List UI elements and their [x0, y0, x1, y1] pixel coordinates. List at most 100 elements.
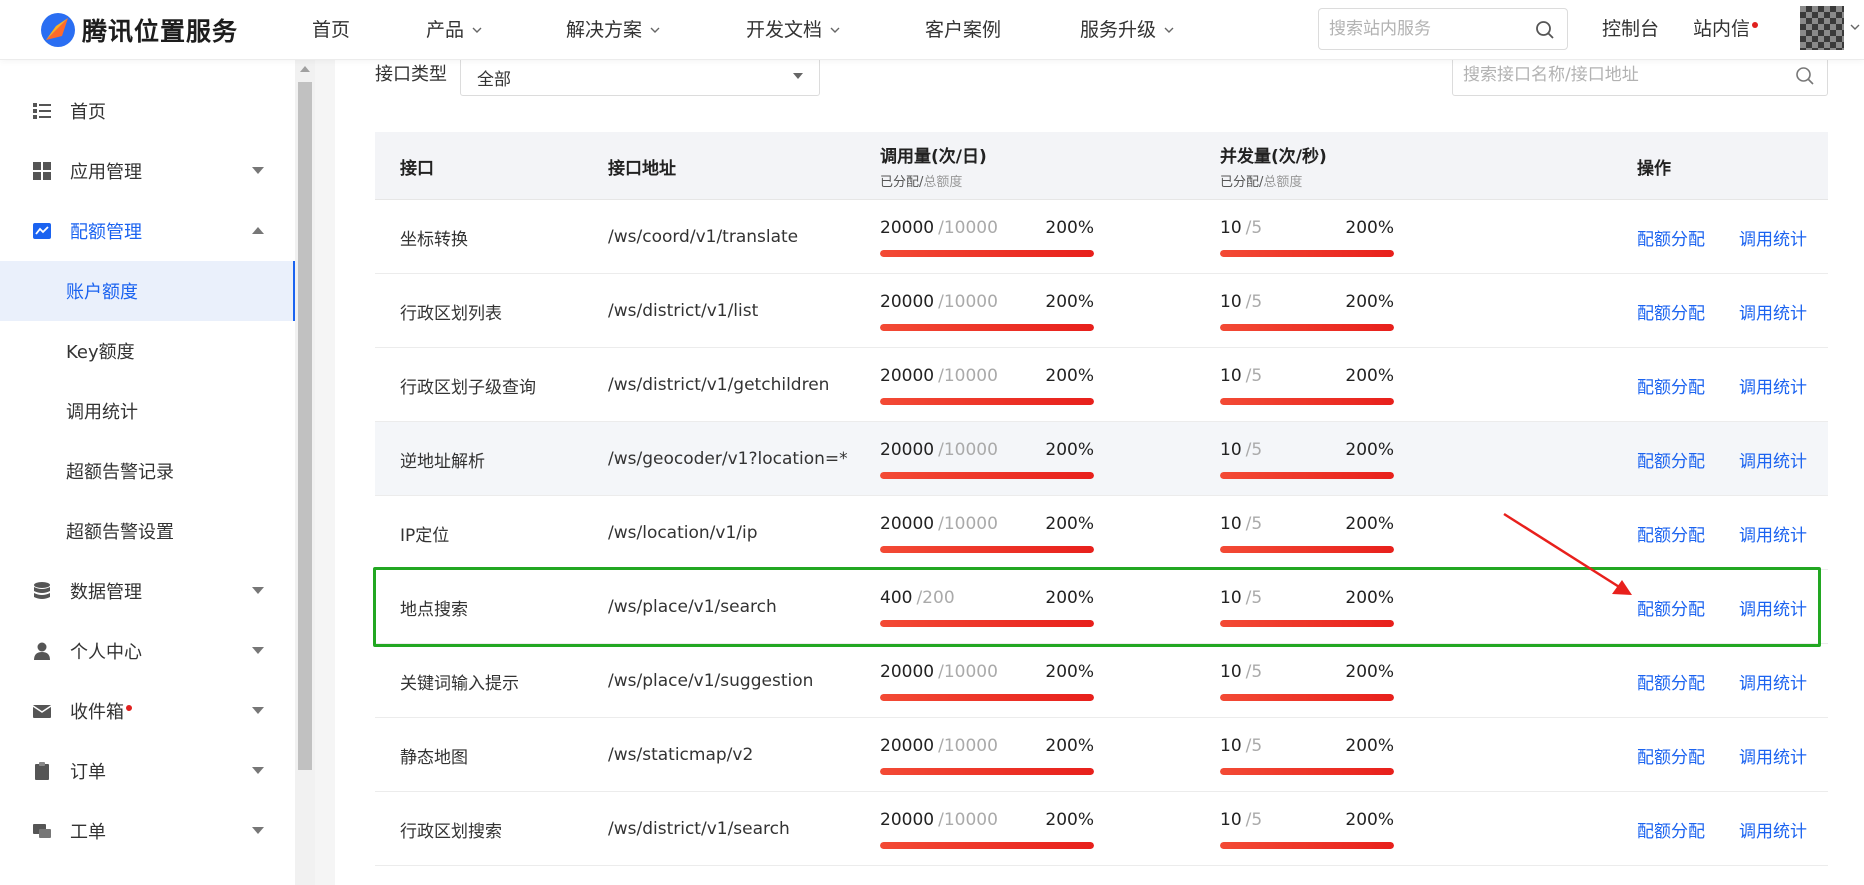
call-stats-link[interactable]: 调用统计 [1739, 570, 1807, 644]
api-type-label: 接口类型 [375, 64, 447, 85]
calls-total: /10000 [938, 440, 998, 460]
conc-used-value: 10 [1220, 588, 1242, 608]
unread-dot [1752, 22, 1759, 28]
sidebar-item-overage-records[interactable]: 超额告警记录 [0, 441, 295, 501]
sidebar-item-overage-settings[interactable]: 超额告警设置 [0, 501, 295, 561]
api-search [1452, 54, 1828, 96]
call-stats-link[interactable]: 调用统计 [1739, 422, 1807, 496]
caret-down-icon [252, 707, 264, 714]
quota-allocate-link[interactable]: 配额分配 [1637, 718, 1705, 792]
concurrency-meter: 10/5 200% [1220, 200, 1394, 274]
caret-down-icon [252, 767, 264, 774]
conc-progress-fill [1220, 694, 1394, 701]
conc-progress-fill [1220, 398, 1394, 405]
calls-total: /10000 [938, 662, 998, 682]
calls-used: 20000/10000 [880, 662, 998, 682]
conc-progress-bar [1220, 546, 1394, 553]
quota-allocate-link[interactable]: 配额分配 [1637, 348, 1705, 422]
sidebar-item-call-stats[interactable]: 调用统计 [0, 381, 295, 441]
calls-used-value: 20000 [880, 514, 935, 534]
concurrency-meter: 10/5 200% [1220, 422, 1394, 496]
console-link[interactable]: 控制台 [1602, 0, 1659, 58]
call-stats-link[interactable]: 调用统计 [1739, 348, 1807, 422]
api-name: 行政区划列表 [400, 303, 502, 324]
sidebar-item-label: 收件箱 [70, 698, 132, 724]
sub-allocated: 已分配/ [880, 175, 924, 190]
calls-used: 20000/10000 [880, 736, 998, 756]
sidebar-item-key-quota[interactable]: Key额度 [0, 321, 295, 381]
sidebar-item-orders[interactable]: 订单 [0, 741, 295, 801]
calls-meter: 20000/10000 200% [880, 496, 1094, 570]
search-icon[interactable] [1795, 66, 1815, 86]
api-path: /ws/geocoder/v1?location=* [608, 449, 848, 469]
calls-progress-fill [880, 842, 1094, 849]
sidebar-item-home[interactable]: 首页 [0, 81, 295, 141]
sidebar: 首页 应用管理 配额管理 账户额度 Key额度 调用统计 超额告警记录 超额告警… [0, 60, 295, 885]
sidebar-item-personal-center[interactable]: 个人中心 [0, 621, 295, 681]
caret-up-icon [252, 227, 264, 234]
quota-allocate-link[interactable]: 配额分配 [1637, 274, 1705, 348]
call-stats-link[interactable]: 调用统计 [1739, 274, 1807, 348]
call-stats-link[interactable]: 调用统计 [1739, 792, 1807, 866]
nav-cases[interactable]: 客户案例 [925, 0, 1001, 60]
top-navbar: 腾讯位置服务 首页 产品 解决方案 开发文档 客户案例 服务升级 控制台 站内信 [0, 0, 1864, 60]
database-icon [34, 582, 50, 599]
calls-percent: 200% [1045, 218, 1094, 238]
sidebar-item-account-quota[interactable]: 账户额度 [0, 261, 295, 321]
calls-total: /10000 [938, 218, 998, 238]
call-stats-link[interactable]: 调用统计 [1739, 200, 1807, 274]
col-concurrency-sub: 已分配/总额度 [1220, 171, 1327, 190]
api-path: /ws/district/v1/getchildren [608, 375, 830, 395]
api-type-select[interactable]: 全部 [460, 54, 820, 96]
site-search-input[interactable] [1319, 9, 1519, 49]
table-row: 逆地址解析 /ws/geocoder/v1?location=* 20000/1… [375, 422, 1828, 496]
api-search-input[interactable] [1453, 55, 1773, 95]
brand-logo[interactable]: 腾讯位置服务 [38, 10, 238, 50]
nav-products[interactable]: 产品 [426, 0, 482, 60]
quota-allocate-link[interactable]: 配额分配 [1637, 496, 1705, 570]
content-gutter [315, 60, 335, 885]
sidebar-item-label: 个人中心 [70, 642, 142, 663]
nav-docs[interactable]: 开发文档 [746, 0, 840, 60]
chevron-down-icon[interactable] [1850, 22, 1860, 32]
concurrency-meter: 10/5 200% [1220, 644, 1394, 718]
calls-meter: 20000/10000 200% [880, 348, 1094, 422]
search-icon[interactable] [1535, 20, 1555, 40]
quota-allocate-link[interactable]: 配额分配 [1637, 792, 1705, 866]
sidebar-item-inbox[interactable]: 收件箱 [0, 681, 295, 741]
sidebar-item-data-management[interactable]: 数据管理 [0, 561, 295, 621]
nav-upgrade[interactable]: 服务升级 [1080, 0, 1174, 60]
call-stats-link[interactable]: 调用统计 [1739, 718, 1807, 792]
api-name: 地点搜索 [400, 599, 468, 620]
ticket-icon [33, 824, 51, 838]
nav-home[interactable]: 首页 [312, 0, 350, 60]
sidebar-item-tickets[interactable]: 工单 [0, 801, 295, 861]
conc-progress-bar [1220, 472, 1394, 479]
call-stats-link[interactable]: 调用统计 [1739, 644, 1807, 718]
table-row: 行政区划列表 /ws/district/v1/list 20000/10000 … [375, 274, 1828, 348]
calls-percent: 200% [1045, 514, 1094, 534]
conc-total: /5 [1245, 810, 1263, 830]
scroll-up-arrow-icon[interactable] [300, 66, 310, 72]
calls-used-value: 20000 [880, 440, 935, 460]
sidebar-scrollbar[interactable] [295, 60, 315, 885]
nav-solutions[interactable]: 解决方案 [566, 0, 660, 60]
call-stats-link[interactable]: 调用统计 [1739, 496, 1807, 570]
quota-allocate-link[interactable]: 配额分配 [1637, 200, 1705, 274]
messages-link[interactable]: 站内信 [1693, 0, 1759, 58]
calls-progress-fill [880, 398, 1094, 405]
scrollbar-thumb[interactable] [298, 82, 312, 770]
sidebar-item-app-management[interactable]: 应用管理 [0, 141, 295, 201]
conc-progress-bar [1220, 694, 1394, 701]
conc-progress-bar [1220, 768, 1394, 775]
calls-progress-bar [880, 768, 1094, 775]
calls-percent: 200% [1045, 292, 1094, 312]
quota-allocate-link[interactable]: 配额分配 [1637, 422, 1705, 496]
caret-down-icon [252, 167, 264, 174]
avatar[interactable] [1800, 6, 1844, 50]
nav-cases-label: 客户案例 [925, 19, 1002, 41]
quota-allocate-link[interactable]: 配额分配 [1637, 570, 1705, 644]
sidebar-item-quota-management[interactable]: 配额管理 [0, 201, 295, 261]
quota-allocate-link[interactable]: 配额分配 [1637, 644, 1705, 718]
api-name: 行政区划子级查询 [400, 377, 536, 398]
